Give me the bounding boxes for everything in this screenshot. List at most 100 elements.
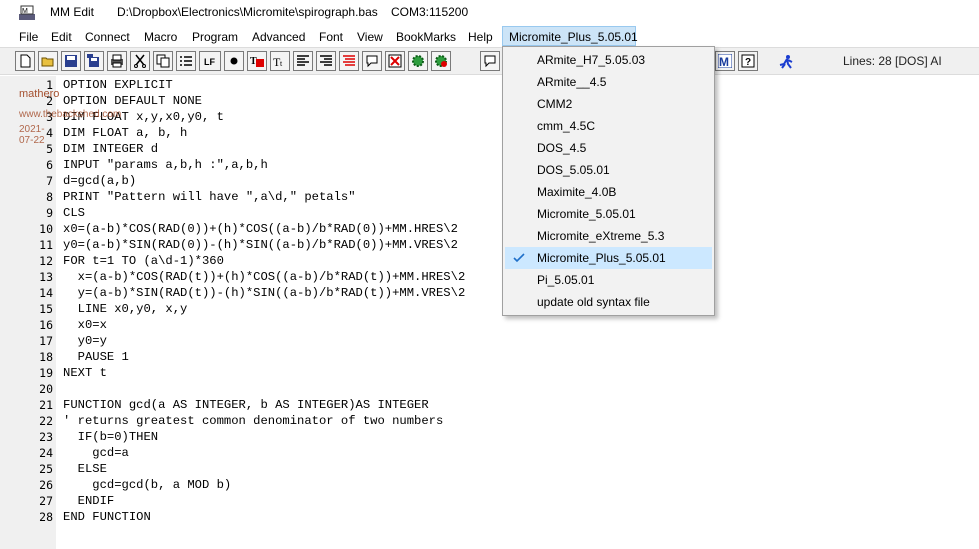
bullet-button[interactable] xyxy=(224,51,244,71)
align-right-button[interactable] xyxy=(316,51,336,71)
code-line[interactable]: OPTION EXPLICIT xyxy=(63,78,173,92)
speech-bubble-button[interactable] xyxy=(362,51,382,71)
code-line[interactable]: ' returns greatest common denominator of… xyxy=(63,414,443,428)
menu-connect[interactable]: Connect xyxy=(85,30,130,44)
menu-program[interactable]: Program xyxy=(192,30,238,44)
gear-green-button[interactable] xyxy=(408,51,428,71)
menu-syntax-label: Micromite_Plus_5.05.01 xyxy=(509,30,638,44)
code-line[interactable]: DIM INTEGER d xyxy=(63,142,158,156)
dropdown-item[interactable]: DOS_5.05.01 xyxy=(505,159,712,181)
menu-file[interactable]: File xyxy=(19,30,38,44)
code-line[interactable]: PRINT "Pattern will have ",a\d," petals" xyxy=(63,190,356,204)
dropdown-item[interactable]: cmm_4.5C xyxy=(505,115,712,137)
list-button[interactable] xyxy=(176,51,196,71)
code-line[interactable]: LINE x0,y0, x,y xyxy=(63,302,188,316)
lf-button[interactable]: LF xyxy=(199,51,221,71)
dropdown-item[interactable]: Micromite_5.05.01 xyxy=(505,203,712,225)
line-number: 18 xyxy=(39,350,53,364)
line-number: 16 xyxy=(39,318,53,332)
code-line[interactable]: x=(a-b)*COS(RAD(t))+(h)*COS((a-b)/b*RAD(… xyxy=(63,270,466,284)
menu-font[interactable]: Font xyxy=(319,30,343,44)
menu-help[interactable]: Help xyxy=(468,30,493,44)
gear-red-icon xyxy=(435,55,447,67)
code-line[interactable]: IF(b=0)THEN xyxy=(63,430,158,444)
dropdown-item-label: ARmite__4.5 xyxy=(537,75,607,89)
open-file-button[interactable] xyxy=(38,51,58,71)
code-line[interactable]: x0=(a-b)*COS(RAD(0))+(h)*COS((a-b)/b*RAD… xyxy=(63,222,458,236)
macro-m-icon: M xyxy=(718,54,732,68)
line-number: 12 xyxy=(39,254,53,268)
menu-syntax-open[interactable]: Micromite_Plus_5.05.01 xyxy=(502,26,638,46)
comment-button[interactable] xyxy=(480,51,500,71)
align-left-button[interactable] xyxy=(293,51,313,71)
code-line[interactable]: PAUSE 1 xyxy=(63,350,129,364)
code-line[interactable]: y0=(a-b)*SIN(RAD(0))-(h)*SIN((a-b)/b*RAD… xyxy=(63,238,458,252)
text-size-icon: Tt xyxy=(273,55,283,68)
code-line[interactable]: OPTION DEFAULT NONE xyxy=(63,94,202,108)
dropdown-item[interactable]: Pi_5.05.01 xyxy=(505,269,712,291)
code-line[interactable]: INPUT "params a,b,h :",a,b,h xyxy=(63,158,268,172)
text-color-button[interactable]: T xyxy=(247,51,267,71)
code-line[interactable]: FOR t=1 TO (a\d-1)*360 xyxy=(63,254,224,268)
line-number: 22 xyxy=(39,414,53,428)
code-line[interactable]: DIM FLOAT a, b, h xyxy=(63,126,187,140)
cut-button[interactable] xyxy=(130,51,150,71)
code-line[interactable]: x0=x xyxy=(63,318,107,332)
code-line[interactable]: FUNCTION gcd(a AS INTEGER, b AS INTEGER)… xyxy=(63,398,429,412)
code-line[interactable]: END FUNCTION xyxy=(63,510,151,524)
dropdown-item-label: DOS_5.05.01 xyxy=(537,163,610,177)
macro-m-button[interactable]: M xyxy=(715,51,735,71)
code-line[interactable]: d=gcd(a,b) xyxy=(63,174,136,188)
line-number: 7 xyxy=(46,174,53,188)
dropdown-item[interactable]: update old syntax file xyxy=(505,291,712,313)
line-number: 13 xyxy=(39,270,53,284)
file-path: D:\Dropbox\Electronics\Micromite\spirogr… xyxy=(117,5,378,19)
line-number: 21 xyxy=(39,398,53,412)
code-line[interactable]: gcd=a xyxy=(63,446,129,460)
code-line[interactable]: NEXT t xyxy=(63,366,107,380)
dropdown-item[interactable]: Micromite_eXtreme_5.3 xyxy=(505,225,712,247)
svg-text:t: t xyxy=(280,59,283,68)
code-line[interactable]: gcd=gcd(b, a MOD b) xyxy=(63,478,231,492)
save-icon xyxy=(65,55,77,67)
dropdown-item-label: Maximite_4.0B xyxy=(537,185,617,199)
code-line[interactable]: ELSE xyxy=(63,462,107,476)
app-name: MM Edit xyxy=(50,5,95,19)
code-line[interactable]: CLS xyxy=(63,206,85,220)
help-button[interactable]: ? xyxy=(738,51,758,71)
dropdown-item[interactable]: ARmite__4.5 xyxy=(505,71,712,93)
dropdown-item[interactable]: DOS_4.5 xyxy=(505,137,712,159)
text-size-button[interactable]: Tt xyxy=(270,51,290,71)
menu-view[interactable]: View xyxy=(357,30,383,44)
new-file-button[interactable] xyxy=(15,51,35,71)
line-number: 9 xyxy=(46,206,53,220)
menu-bookmarks[interactable]: BookMarks xyxy=(396,30,456,44)
comment-icon xyxy=(484,55,496,68)
gear-red-button[interactable] xyxy=(431,51,451,71)
line-number: 14 xyxy=(39,286,53,300)
line-number: 19 xyxy=(39,366,53,380)
align-red-button[interactable] xyxy=(339,51,359,71)
delete-button[interactable] xyxy=(385,51,405,71)
menu-advanced[interactable]: Advanced xyxy=(252,30,305,44)
print-button[interactable] xyxy=(107,51,127,71)
menu-macro[interactable]: Macro xyxy=(144,30,177,44)
dropdown-item[interactable]: Micromite_Plus_5.05.01 xyxy=(505,247,712,269)
save-as-button[interactable] xyxy=(84,51,104,71)
svg-text:LF: LF xyxy=(204,57,215,67)
menu-edit[interactable]: Edit xyxy=(51,30,72,44)
code-line[interactable]: y=(a-b)*SIN(RAD(t))-(h)*SIN((a-b)/b*RAD(… xyxy=(63,286,466,300)
run-button[interactable] xyxy=(773,51,799,71)
copy-button[interactable] xyxy=(153,51,173,71)
code-line[interactable]: ENDIF xyxy=(63,494,115,508)
lf-icon: LF xyxy=(204,57,215,67)
code-line[interactable]: y0=y xyxy=(63,334,107,348)
dropdown-item[interactable]: ARmite_H7_5.05.03 xyxy=(505,49,712,71)
new-file-icon xyxy=(20,54,31,68)
line-number: 10 xyxy=(39,222,53,236)
save-button[interactable] xyxy=(61,51,81,71)
line-number: 28 xyxy=(39,510,53,524)
dropdown-item[interactable]: Maximite_4.0B xyxy=(505,181,712,203)
dropdown-item[interactable]: CMM2 xyxy=(505,93,712,115)
save-as-icon xyxy=(87,54,99,67)
